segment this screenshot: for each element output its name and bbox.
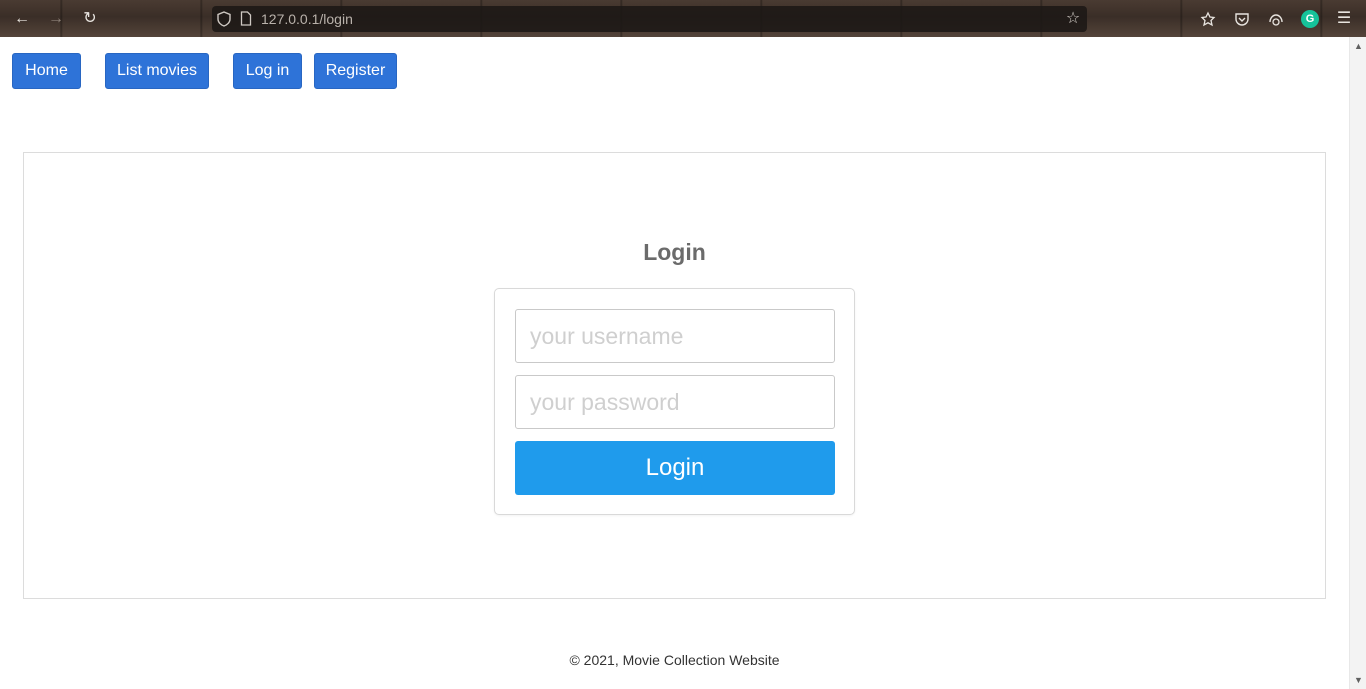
browser-toolbar: ← → ↻ 127.0.0.1/login ☆ G ☰: [0, 0, 1366, 37]
grammarly-icon[interactable]: G: [1301, 10, 1319, 28]
library-icon[interactable]: [1198, 9, 1218, 29]
shield-icon[interactable]: [215, 9, 233, 29]
scroll-up-icon[interactable]: ▲: [1350, 39, 1366, 53]
main-panel: Login Login: [23, 152, 1326, 599]
footer-copyright: © 2021, Movie Collection Website: [569, 652, 780, 668]
page-scrollbar[interactable]: ▲ ▼: [1349, 37, 1366, 689]
nav-log-in-button[interactable]: Log in: [233, 53, 302, 89]
nav-list-movies-button[interactable]: List movies: [105, 53, 209, 89]
extension-icon[interactable]: [1266, 9, 1286, 29]
menu-icon[interactable]: ☰: [1334, 9, 1354, 29]
back-arrow-icon[interactable]: ←: [12, 9, 32, 29]
pocket-icon[interactable]: [1232, 9, 1252, 29]
page-icon: [237, 9, 255, 29]
login-form: Login: [494, 288, 855, 515]
nav-home-button[interactable]: Home: [12, 53, 81, 89]
login-submit-button[interactable]: Login: [515, 441, 835, 495]
password-input[interactable]: [515, 375, 835, 429]
forward-arrow-icon[interactable]: →: [46, 9, 66, 29]
address-bar[interactable]: 127.0.0.1/login ☆: [212, 6, 1087, 32]
scroll-down-icon[interactable]: ▼: [1350, 673, 1366, 687]
star-icon[interactable]: ☆: [1063, 9, 1083, 29]
url-text[interactable]: 127.0.0.1/login: [261, 11, 353, 27]
login-title: Login: [643, 239, 706, 265]
nav-register-button[interactable]: Register: [314, 53, 397, 89]
username-input[interactable]: [515, 309, 835, 363]
reload-icon[interactable]: ↻: [80, 9, 100, 29]
